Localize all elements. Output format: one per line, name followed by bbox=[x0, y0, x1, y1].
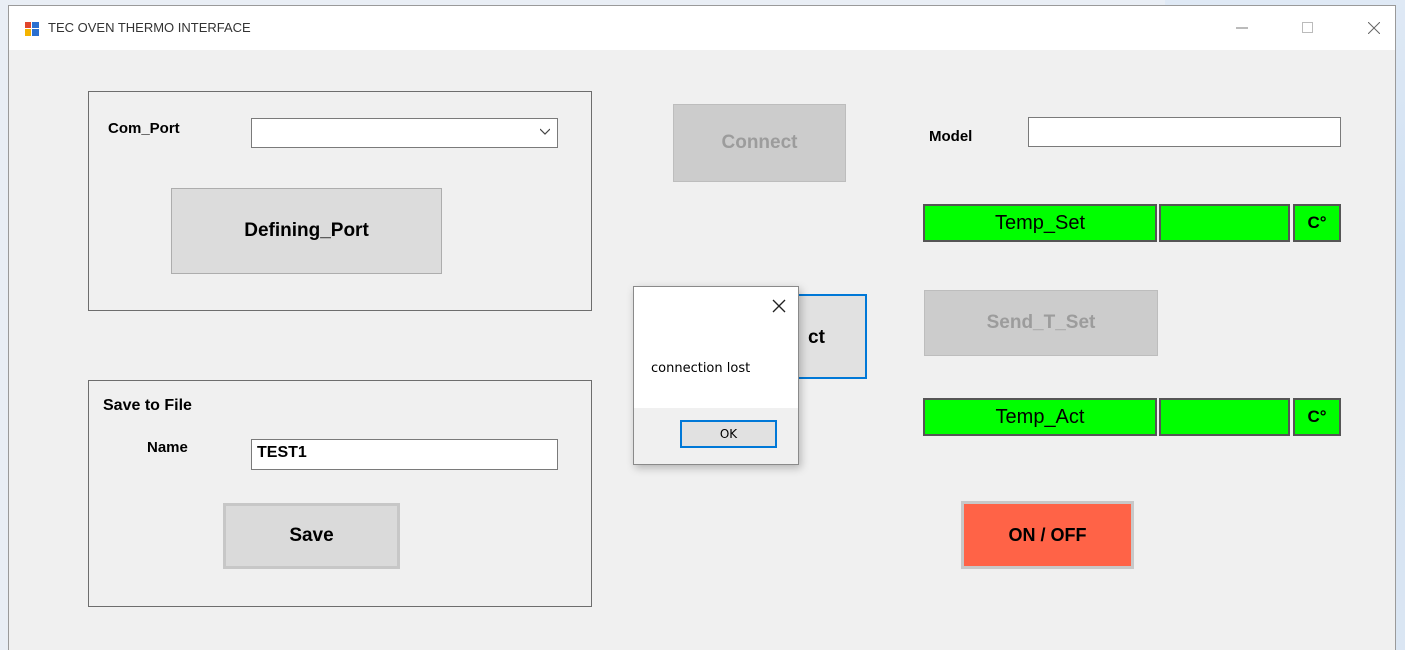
chevron-down-icon bbox=[540, 128, 550, 135]
temp-act-value bbox=[1159, 398, 1290, 436]
app-icon bbox=[25, 22, 39, 36]
connect-button[interactable]: Connect bbox=[673, 104, 846, 182]
com-port-combobox[interactable] bbox=[251, 118, 558, 148]
dialog-message: connection lost bbox=[651, 361, 751, 376]
file-name-input[interactable]: TEST1 bbox=[251, 439, 558, 470]
name-label: Name bbox=[147, 439, 188, 456]
on-off-button[interactable]: ON / OFF bbox=[961, 501, 1134, 569]
maximize-icon bbox=[1302, 22, 1313, 33]
save-groupbox: Save to File Name TEST1 Save bbox=[88, 380, 592, 607]
maximize-button[interactable] bbox=[1285, 6, 1331, 50]
close-button[interactable] bbox=[1351, 6, 1397, 50]
window-title: TEC OVEN THERMO INTERFACE bbox=[48, 20, 251, 35]
title-bar: TEC OVEN THERMO INTERFACE bbox=[9, 6, 1395, 50]
com-port-label: Com_Port bbox=[108, 120, 180, 137]
message-dialog: connection lost OK bbox=[633, 286, 799, 465]
port-groupbox: Com_Port Defining_Port bbox=[88, 91, 592, 311]
send-temp-set-button[interactable]: Send_T_Set bbox=[924, 290, 1158, 356]
app-window: TEC OVEN THERMO INTERFACE Com_Port Defin… bbox=[8, 5, 1396, 650]
dialog-close-icon[interactable] bbox=[770, 297, 788, 315]
model-input[interactable] bbox=[1028, 117, 1341, 147]
close-icon bbox=[1368, 22, 1380, 34]
defining-port-button[interactable]: Defining_Port bbox=[171, 188, 442, 274]
dialog-ok-button[interactable]: OK bbox=[680, 420, 777, 448]
save-group-title: Save to File bbox=[103, 397, 192, 414]
temp-act-unit: C° bbox=[1293, 398, 1341, 436]
disconnect-button-label: ct bbox=[808, 327, 825, 348]
temp-act-label: Temp_Act bbox=[923, 398, 1157, 436]
temp-set-value[interactable] bbox=[1159, 204, 1290, 242]
save-button[interactable]: Save bbox=[223, 503, 400, 569]
minimize-icon bbox=[1236, 27, 1248, 29]
minimize-button[interactable] bbox=[1219, 6, 1265, 50]
temp-set-unit: C° bbox=[1293, 204, 1341, 242]
temp-set-label: Temp_Set bbox=[923, 204, 1157, 242]
model-label: Model bbox=[929, 128, 973, 145]
dialog-footer: OK bbox=[634, 408, 798, 464]
